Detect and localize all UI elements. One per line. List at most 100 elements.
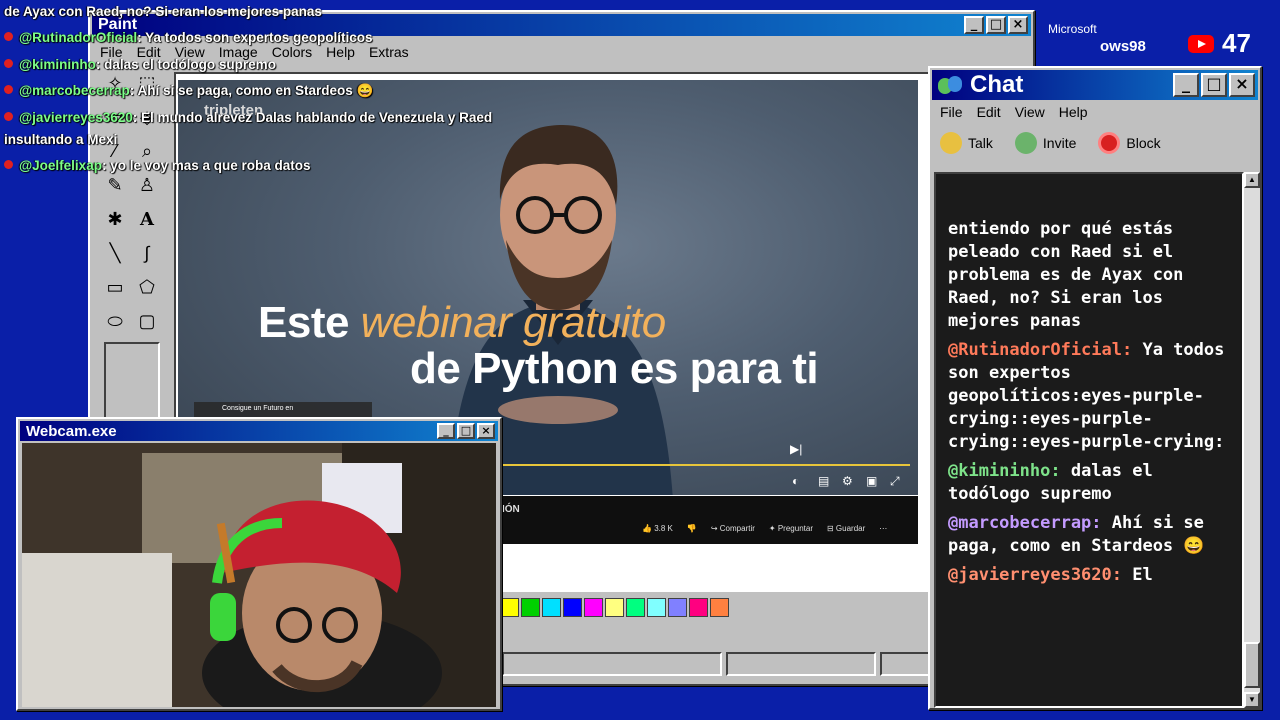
ask-button[interactable]: ✦ Preguntar: [769, 524, 813, 533]
like-button[interactable]: 👍 3.8 K: [642, 524, 673, 533]
minimize-button[interactable]: _: [964, 16, 984, 34]
chat-message-user: @javierreyes3620:: [948, 565, 1122, 585]
chat-log[interactable]: entiendo por qué estás peleado con Raed …: [934, 172, 1244, 708]
overlay-chat-line: @marcobecerrap: Ahí si se paga, como en …: [4, 83, 373, 99]
palette-swatch[interactable]: [542, 598, 561, 617]
rectangle-icon[interactable]: ▭: [100, 272, 130, 302]
chat-message: @kimininho: dalas el todólogo supremo: [948, 460, 1240, 506]
palette-swatch[interactable]: [584, 598, 603, 617]
yt-actions: 👍 3.8 K 👎 ↪ Compartir ✦ Preguntar ⊟ Guar…: [642, 524, 887, 533]
palette-swatch[interactable]: [563, 598, 582, 617]
polygon-icon[interactable]: ⬠: [132, 272, 162, 302]
palette-swatch[interactable]: [626, 598, 645, 617]
phone-icon: [940, 132, 962, 154]
talk-label: Talk: [968, 135, 993, 151]
chat-title: Chat: [970, 71, 1024, 98]
scroll-down-icon[interactable]: ▼: [1244, 692, 1260, 708]
overlay-chat-text: : yo le voy mas a que roba datos: [101, 158, 311, 173]
menu-extras[interactable]: Extras: [369, 44, 409, 60]
menu-help[interactable]: Help: [1059, 104, 1088, 120]
overlay-chat-text: : El mundo alrevez Dalas hablando de Ven…: [132, 110, 493, 125]
webcam-window: Webcam.exe _ □ ×: [16, 417, 502, 711]
block-icon: [1098, 132, 1121, 154]
scroll-thumb[interactable]: [1244, 642, 1260, 688]
overlay-chat-line: @kimininho: dalas el todólogo supremo: [4, 57, 276, 72]
overlay-chat-user: @marcobecerrap: [19, 83, 130, 98]
maximize-button[interactable]: □: [1201, 73, 1227, 97]
menu-help[interactable]: Help: [326, 44, 355, 60]
miniplayer-icon[interactable]: ▣: [866, 474, 877, 488]
chat-messages: entiendo por qué estás peleado con Raed …: [948, 218, 1240, 593]
webcam-feed: [22, 443, 496, 707]
talk-button[interactable]: Talk: [940, 132, 993, 154]
brand-small: Microsoft: [1048, 22, 1097, 36]
chat-titlebar[interactable]: Chat _ □ ×: [932, 70, 1258, 100]
webcam-titlebar[interactable]: Webcam.exe _ □ ×: [20, 421, 498, 441]
headline-accent: webinar gratuito: [360, 298, 667, 347]
chat-scrollbar[interactable]: ▲ ▼: [1244, 172, 1260, 708]
curve-icon[interactable]: ∫: [132, 238, 162, 268]
ask-label: Preguntar: [777, 524, 813, 533]
live-dot-icon: [4, 160, 13, 169]
overlay-chat-text: : dalas el todólogo supremo: [95, 57, 276, 72]
video-headline-line2: de Python es para ti: [410, 344, 819, 393]
invite-button[interactable]: Invite: [1014, 132, 1076, 154]
save-label: Guardar: [835, 524, 866, 533]
minimize-button[interactable]: _: [1173, 73, 1199, 97]
text-icon[interactable]: A: [132, 204, 162, 234]
dislike-icon[interactable]: 👎: [687, 524, 697, 533]
pencil-icon[interactable]: ✎: [100, 170, 130, 200]
save-button[interactable]: ⊟ Guardar: [827, 524, 865, 533]
share-label: Compartir: [719, 524, 755, 533]
overlay-chat-text: insultando a Mexi: [4, 132, 118, 147]
block-button[interactable]: Block: [1098, 132, 1161, 154]
more-icon[interactable]: ⋯: [879, 524, 887, 533]
chat-message-user: @kimininho:: [948, 461, 1061, 481]
close-button[interactable]: ×: [1008, 16, 1028, 34]
youtube-info-bar: IÓN 👍 3.8 K 👎 ↪ Compartir ✦ Preguntar ⊟ …: [500, 496, 918, 544]
palette-swatch[interactable]: [710, 598, 729, 617]
msn-buddies-icon: [938, 74, 964, 96]
overlay-chat-text: de Ayax con Raed, no? Si eran los mejore…: [4, 4, 322, 19]
ellipse-icon[interactable]: ⬭: [100, 306, 130, 336]
video-headline-line1: Este webinar gratuito: [258, 298, 666, 348]
chat-toolbar: Talk Invite Block: [940, 132, 1161, 154]
palette-swatch[interactable]: [647, 598, 666, 617]
settings-gear-icon[interactable]: ⚙: [842, 474, 853, 488]
block-label: Block: [1126, 135, 1161, 151]
chat-message-text: El: [1122, 565, 1153, 585]
overlay-chat-line: de Ayax con Raed, no? Si eran los mejore…: [4, 4, 322, 19]
chat-window: Chat _ □ × File Edit View Help Talk Invi…: [928, 66, 1262, 710]
palette-swatch[interactable]: [500, 598, 519, 617]
close-button[interactable]: ×: [1229, 73, 1255, 97]
maximize-button[interactable]: □: [457, 423, 475, 439]
share-button[interactable]: ↪ Compartir: [711, 524, 755, 533]
overlay-chat-text: : Ahí si se paga, como en Stardeos 😄: [129, 83, 374, 98]
subtitles-icon[interactable]: ▤: [818, 474, 829, 488]
palette-swatch[interactable]: [689, 598, 708, 617]
fullscreen-icon[interactable]: ⤢: [890, 474, 900, 489]
status-cell: [726, 652, 876, 676]
chat-message-text: entiendo por qué estás peleado con Raed …: [948, 219, 1184, 331]
palette-swatch[interactable]: [605, 598, 624, 617]
autoplay-toggle-icon[interactable]: ◐: [792, 474, 799, 488]
minimize-button[interactable]: _: [437, 423, 455, 439]
menu-file[interactable]: File: [940, 104, 963, 120]
maximize-button[interactable]: □: [986, 16, 1006, 34]
airbrush-icon[interactable]: ✱: [100, 204, 130, 234]
line-icon[interactable]: ╲: [100, 238, 130, 268]
skip-icon[interactable]: ▶|: [790, 442, 802, 456]
scroll-up-icon[interactable]: ▲: [1244, 172, 1260, 188]
overlay-chat-user: @javierreyes3620: [19, 110, 133, 125]
palette-swatch[interactable]: [668, 598, 687, 617]
palette-swatch[interactable]: [521, 598, 540, 617]
close-button[interactable]: ×: [477, 423, 495, 439]
menu-edit[interactable]: Edit: [977, 104, 1001, 120]
tool-options[interactable]: [104, 342, 160, 422]
brush-icon[interactable]: ♙: [132, 170, 162, 200]
overlay-chat-user: @kimininho: [19, 57, 96, 72]
menu-colors[interactable]: Colors: [272, 44, 312, 60]
rounded-rect-icon[interactable]: ▢: [132, 306, 162, 336]
menu-view[interactable]: View: [1015, 104, 1045, 120]
video-progress-bar[interactable]: [502, 464, 910, 466]
